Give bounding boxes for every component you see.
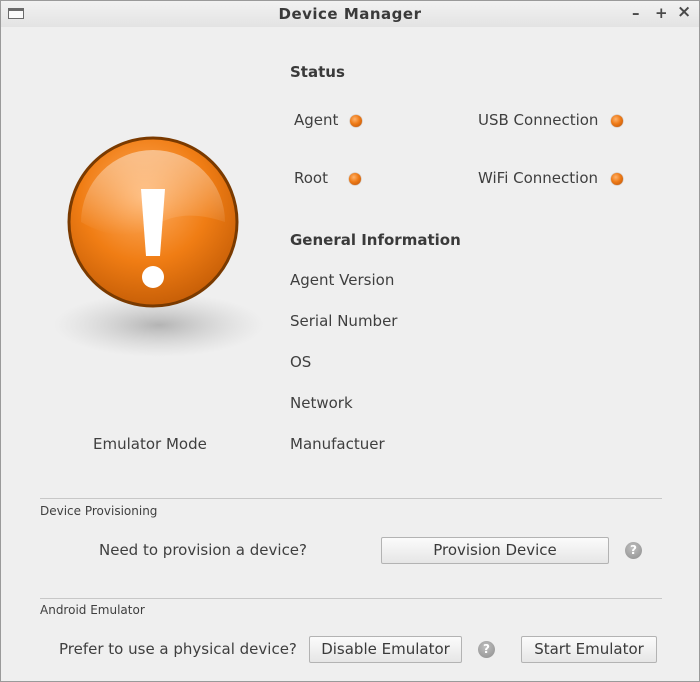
usb-status-indicator [611, 115, 623, 127]
device-manager-window: Device Manager – + × Emulator Mode Statu… [0, 0, 700, 682]
root-label: Root [294, 169, 328, 187]
provision-prompt: Need to provision a device? [99, 541, 308, 559]
device-provisioning-section-label: Device Provisioning [40, 504, 158, 518]
title-bar[interactable]: Device Manager – + × [1, 1, 699, 27]
maximize-button[interactable]: + [655, 4, 668, 22]
provision-device-button[interactable]: Provision Device [381, 537, 609, 564]
minimize-button[interactable]: – [632, 4, 640, 22]
provisioning-separator [40, 498, 662, 499]
window-title: Device Manager [278, 5, 422, 23]
agent-label: Agent [294, 111, 339, 129]
usb-connection-label: USB Connection [478, 111, 599, 129]
warning-exclamation-icon [41, 127, 271, 367]
emulator-help-icon[interactable]: ? [478, 641, 495, 658]
agent-status-indicator [350, 115, 362, 127]
os-label: OS [290, 353, 312, 371]
wifi-status-indicator [611, 173, 623, 185]
android-emulator-section-label: Android Emulator [40, 603, 145, 617]
close-button[interactable]: × [677, 2, 691, 22]
physical-device-prompt: Prefer to use a physical device? [59, 640, 297, 658]
wifi-connection-label: WiFi Connection [478, 169, 599, 187]
serial-number-label: Serial Number [290, 312, 398, 330]
emulator-mode-label: Emulator Mode [93, 435, 207, 453]
emulator-separator [40, 598, 662, 599]
general-information-heading: General Information [290, 231, 461, 249]
agent-version-label: Agent Version [290, 271, 395, 289]
network-label: Network [290, 394, 353, 412]
provisioning-help-icon[interactable]: ? [625, 542, 642, 559]
start-emulator-button[interactable]: Start Emulator [521, 636, 657, 663]
status-heading: Status [290, 63, 345, 81]
root-status-indicator [349, 173, 361, 185]
manufacturer-label: Manufactuer [290, 435, 385, 453]
disable-emulator-button[interactable]: Disable Emulator [309, 636, 462, 663]
